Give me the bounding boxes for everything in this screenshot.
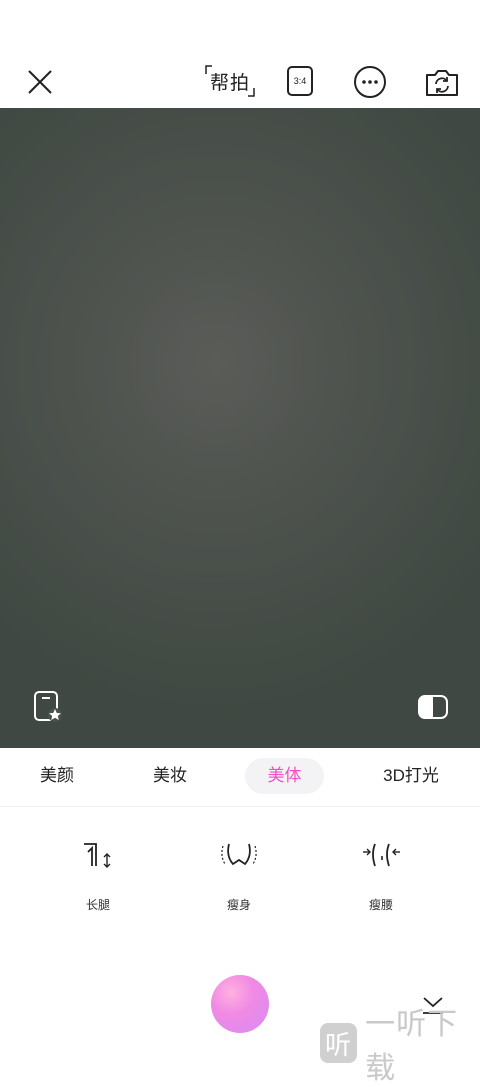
top-toolbar: 帮拍 3:4 xyxy=(0,0,480,108)
watermark: 听 一听下载 xyxy=(320,1008,480,1085)
tab-3d-lighting[interactable]: 3D打光 xyxy=(372,758,450,794)
slim-waist-icon xyxy=(363,843,400,867)
ratio-label: 3:4 xyxy=(293,76,307,86)
close-button[interactable] xyxy=(22,64,58,100)
camera-switch-icon xyxy=(426,70,458,96)
feature-label: 长腿 xyxy=(85,898,110,912)
long-legs-icon xyxy=(84,843,111,868)
help-shoot-button[interactable]: 帮拍 xyxy=(204,62,256,100)
favorite-frame-icon xyxy=(34,691,62,722)
more-icon xyxy=(354,66,386,98)
switch-camera-button[interactable] xyxy=(423,64,461,100)
watermark-text: 一听下载 xyxy=(365,1008,459,1085)
close-icon xyxy=(28,70,52,94)
aspect-ratio-button[interactable]: 3:4 xyxy=(285,64,315,98)
feature-label: 瘦身 xyxy=(226,898,251,912)
camera-preview[interactable] xyxy=(0,108,480,748)
feature-label: 瘦腰 xyxy=(368,898,393,912)
feature-slim-waist[interactable]: 瘦腰 xyxy=(336,830,426,913)
more-button[interactable] xyxy=(352,64,388,100)
compare-icon xyxy=(418,695,448,719)
tab-makeup[interactable]: 美妆 xyxy=(135,758,205,794)
ratio-icon: 3:4 xyxy=(287,66,313,96)
tab-body[interactable]: 美体 xyxy=(245,758,324,794)
favorite-frame-button[interactable] xyxy=(32,690,64,724)
feature-long-legs[interactable]: 长腿 xyxy=(53,830,143,913)
body-feature-list: 长腿 瘦身 瘦腰 xyxy=(0,830,480,930)
slim-body-icon xyxy=(221,843,257,866)
bracket-frame-icon xyxy=(205,65,255,97)
tab-beauty[interactable]: 美颜 xyxy=(22,758,92,794)
shutter-button[interactable] xyxy=(211,975,269,1033)
beauty-category-tabs: 美颜 美妆 美体 3D打光 xyxy=(0,748,480,807)
feature-slim-body[interactable]: 瘦身 xyxy=(194,830,284,913)
compare-button[interactable] xyxy=(417,694,449,720)
watermark-logo: 听 xyxy=(320,1023,358,1063)
